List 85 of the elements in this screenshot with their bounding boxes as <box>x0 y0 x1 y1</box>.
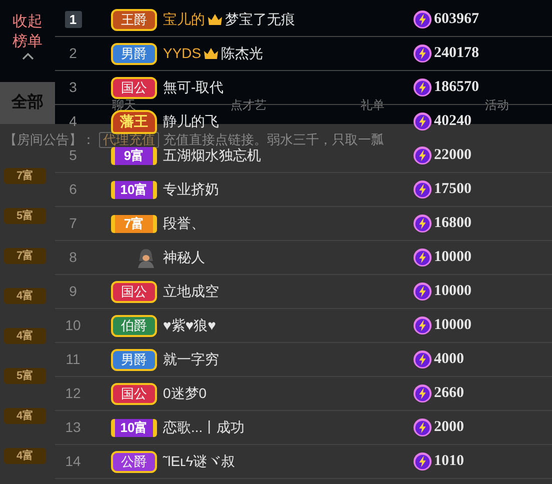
lightning-coin-icon <box>413 384 432 403</box>
score-value: 186570 <box>434 78 479 98</box>
score-value: 10000 <box>434 248 472 268</box>
rank-number: 6 <box>69 180 77 199</box>
rank-title-badge: 国公 <box>111 76 157 98</box>
wealth-level-badge: 10富 <box>111 418 157 436</box>
lightning-coin-icon <box>413 112 432 131</box>
user-name: 五湖烟水独忘机 <box>163 146 261 165</box>
crown-icon <box>207 13 223 26</box>
rank-number: 4 <box>69 112 77 131</box>
score-value: 10000 <box>434 282 472 302</box>
rank-number: 9 <box>69 282 77 301</box>
user-name: ῀ƖEʟϟ谜ヾ叔 <box>163 452 236 471</box>
crown-icon <box>203 47 220 60</box>
wealth-level-badge: 10富 <box>111 180 157 198</box>
rank-number: 7 <box>69 214 77 233</box>
rank-number: 5 <box>69 146 77 165</box>
wealth-level-badge: 9富 <box>111 146 157 164</box>
chevron-up-icon[interactable] <box>22 52 34 60</box>
score-value: 1010 <box>434 452 464 472</box>
rank-number: 2 <box>69 44 77 63</box>
wealth-level-badge: 7富 <box>4 248 46 264</box>
user-name: 0迷梦0 <box>163 384 207 403</box>
score-value: 10000 <box>434 316 472 336</box>
rank-number: 14 <box>65 452 81 471</box>
wealth-level-badge: 4富 <box>4 288 46 304</box>
lightning-coin-icon <box>413 316 432 335</box>
lightning-coin-icon <box>413 248 432 267</box>
wealth-level-badge: 4富 <box>4 448 46 464</box>
hooded-figure-icon <box>137 248 155 268</box>
lightning-coin-icon <box>413 180 432 199</box>
user-name: ♥紫♥狼♥ <box>163 316 216 335</box>
rank-title-badge: 男爵 <box>111 348 157 370</box>
rank-number: 1 <box>64 11 82 28</box>
lightning-coin-icon <box>413 146 432 165</box>
lightning-coin-icon <box>413 214 432 233</box>
wealth-level-badge: 5富 <box>4 368 46 384</box>
rank-title-badge: 公爵 <box>111 450 157 472</box>
user-name: 神秘人 <box>163 248 205 267</box>
wealth-level-badge: 4富 <box>4 328 46 344</box>
guardian-name: 宝儿的 <box>163 10 205 29</box>
score-value: 4000 <box>434 350 464 370</box>
user-name: 恋歌...丨成功 <box>163 418 245 437</box>
score-value: 17500 <box>434 180 472 200</box>
rank-title-badge: 国公 <box>111 280 157 302</box>
score-value: 240178 <box>434 44 479 64</box>
user-name: 就一字穷 <box>163 350 219 369</box>
user-name: 静儿的飞 <box>163 112 219 131</box>
lightning-coin-icon <box>413 44 432 63</box>
lightning-coin-icon <box>413 282 432 301</box>
user-name: 陈杰光 <box>221 44 264 63</box>
lightning-coin-icon <box>413 10 432 29</box>
rank-number: 10 <box>65 316 81 335</box>
rank-number: 11 <box>66 350 80 369</box>
announcement-text: 充值直接点链接。弱水三千，只取一瓢 <box>163 133 384 147</box>
rank-title-badge: 男爵 <box>111 42 157 64</box>
score-value: 22000 <box>434 146 472 166</box>
lightning-coin-icon <box>413 350 432 369</box>
lightning-coin-icon <box>413 418 432 437</box>
user-name: 無可-取代 <box>163 78 224 97</box>
rank-number: 8 <box>69 248 77 267</box>
rank-crown-badge: 藩王 <box>111 110 157 134</box>
rank-title-badge: 伯爵 <box>111 314 157 336</box>
user-name: 立地成空 <box>163 282 219 301</box>
user-name: 段誉、 <box>163 214 205 233</box>
score-value: 40240 <box>434 112 472 132</box>
lightning-coin-icon <box>413 452 432 471</box>
rank-number: 12 <box>65 384 81 403</box>
rank-title-badge: 王爵 <box>111 8 157 30</box>
score-value: 2660 <box>434 384 464 404</box>
wealth-level-badge: 5富 <box>4 208 46 224</box>
rank-number: 13 <box>65 418 81 437</box>
wealth-level-badge: 4富 <box>4 408 46 424</box>
user-name: 梦宝了无痕 <box>225 10 295 29</box>
announcement-label: 【房间公告】： <box>4 133 95 147</box>
score-value: 16800 <box>434 214 472 234</box>
lightning-coin-icon <box>413 78 432 97</box>
wealth-level-badge: 7富 <box>111 214 157 232</box>
wealth-level-badge: 7富 <box>4 168 46 184</box>
guardian-name: YYDS <box>163 44 202 63</box>
rank-title-badge: 国公 <box>111 382 157 404</box>
user-name: 专业挤奶 <box>163 180 219 199</box>
rank-number: 3 <box>69 78 77 97</box>
score-value: 603967 <box>434 10 479 30</box>
score-value: 2000 <box>434 418 464 438</box>
